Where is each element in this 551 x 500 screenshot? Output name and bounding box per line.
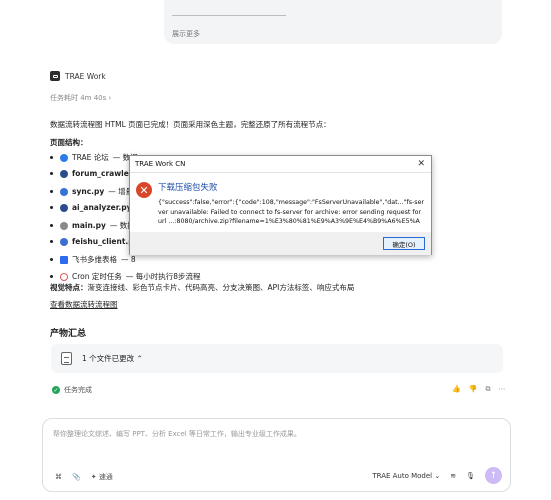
check-circle-icon: ✓ [52, 386, 60, 394]
structure-heading: 页面结构： [50, 138, 88, 147]
error-icon: ✕ [136, 182, 152, 198]
globe-icon [60, 153, 68, 162]
dialog-heading: 下载压缩包失败 [158, 183, 218, 193]
collapsed-card: 展示更多 [164, 0, 502, 44]
list-item: TRAE 论坛 — 数据 [50, 152, 138, 163]
message-actions: 👍 👎 ⧉ ⋯ [452, 385, 505, 394]
list-item: sync.py — 增量 [50, 186, 133, 197]
list-item: Cron 定时任务 — 每小时执行8步流程 [50, 271, 201, 282]
list-item: ai_analyzer.py [50, 203, 136, 212]
list-item: 飞书多维表格 — 8 [50, 254, 136, 265]
task-status: ✓ 任务完成 [52, 386, 92, 394]
view-flowchart-link[interactable]: 查看数据流转流程图 [50, 299, 118, 310]
inbox-icon [60, 237, 68, 246]
speed-mode-toggle[interactable]: ✦ 速通 [91, 472, 113, 482]
file-icon [61, 352, 72, 365]
agent-logo-icon [50, 71, 60, 81]
clock-icon [60, 272, 68, 281]
attach-icon[interactable]: 📎 [72, 473, 81, 481]
files-changed-toggle[interactable]: 1 个文件已更改 ⌃ [51, 344, 503, 373]
send-button[interactable]: ↑ [485, 467, 502, 484]
voice-wave-icon[interactable]: ≋ [450, 472, 456, 480]
thumbs-up-icon[interactable]: 👍 [452, 385, 461, 394]
artifacts-heading: 产物汇总 [50, 329, 87, 339]
chat-composer[interactable]: 帮你整理论文综述、编写 PPT、分析 Excel 等日常工作，输出专业级工作成果… [42, 418, 511, 492]
thumbs-down-icon[interactable]: 👎 [469, 385, 478, 394]
composer-placeholder[interactable]: 帮你整理论文综述、编写 PPT、分析 Excel 等日常工作，输出专业级工作成果… [53, 429, 301, 439]
agent-name: TRAE Work [65, 71, 106, 81]
show-more-link[interactable]: 展示更多 [172, 29, 200, 39]
agent-header: TRAE Work [50, 71, 106, 81]
dialog-message: {"success":false,"error":{"code":108,"me… [158, 199, 425, 228]
link-icon [60, 221, 68, 230]
microphone-icon[interactable]: 🎙 [466, 472, 475, 480]
spider-icon [60, 169, 68, 178]
dialog-body: ✕ 下载压缩包失败 {"success":false,"error":{"cod… [130, 173, 431, 232]
close-icon[interactable]: ✕ [417, 159, 425, 169]
task-elapsed-toggle[interactable]: 任务耗时 4m 40s › [50, 93, 111, 103]
ok-button[interactable]: 确定(O) [383, 237, 425, 250]
model-selector[interactable]: TRAE Auto Model ⌄ [372, 472, 440, 480]
summary-text: 数据流转流程图 HTML 页面已完成！页面采用深色主题，完整还原了所有流程节点： [50, 120, 331, 129]
sync-icon [60, 187, 68, 196]
chevron-updown-icon: ⌃ [136, 354, 143, 363]
error-dialog: TRAE Work CN ✕ ✕ 下载压缩包失败 {"success":fals… [129, 155, 432, 255]
copy-icon[interactable]: ⧉ [485, 385, 490, 394]
dialog-footer: 确定(O) [130, 232, 431, 255]
robot-icon [60, 203, 68, 212]
divider [172, 15, 286, 16]
dialog-titlebar: TRAE Work CN [130, 156, 431, 173]
chart-icon [60, 255, 68, 264]
list-item: main.py — 数据 [50, 220, 135, 231]
shortcut-icon[interactable]: ⌘ [55, 473, 62, 481]
more-icon[interactable]: ⋯ [498, 385, 505, 394]
visual-features: 视觉特点：渐变连接线、彩色节点卡片、代码高亮、分支决策图、API方法标签、响应式… [50, 283, 355, 292]
